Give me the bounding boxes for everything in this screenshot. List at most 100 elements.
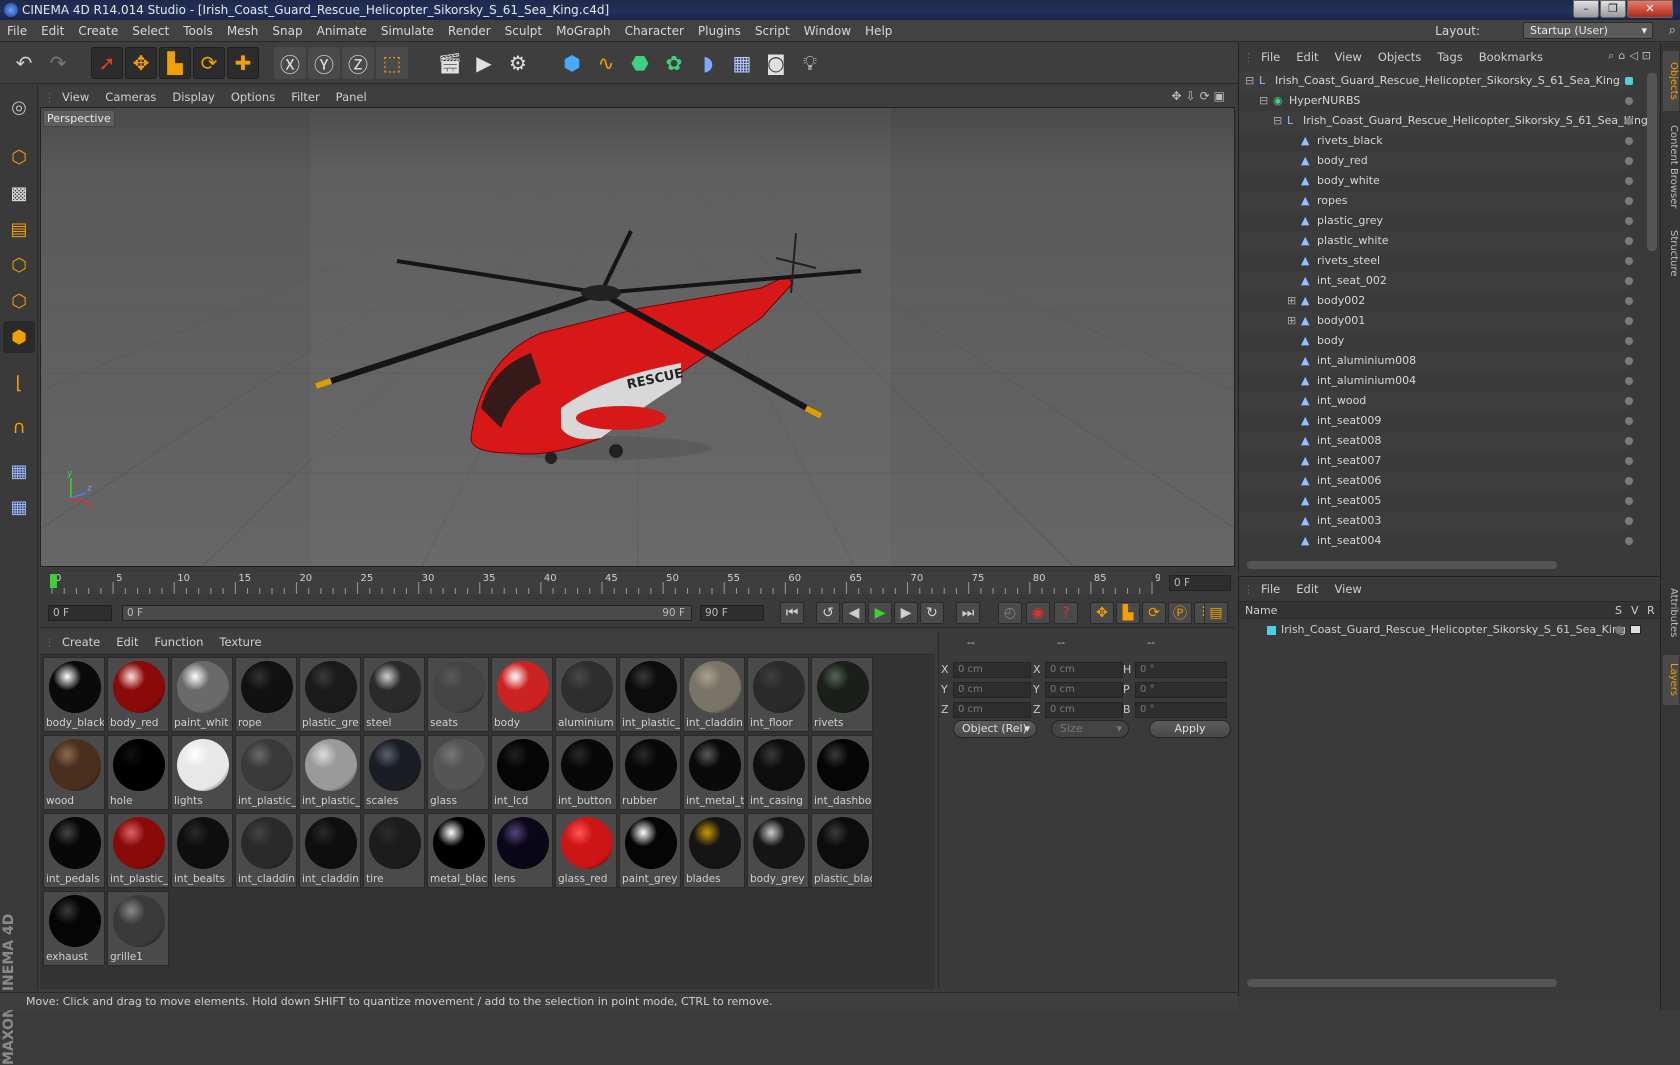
menu-tools[interactable]: Tools xyxy=(176,20,220,42)
perspective-viewport[interactable]: RESCUE y z x Perspective xyxy=(40,107,1235,567)
layer-menu-file[interactable]: File xyxy=(1253,579,1288,599)
deformer-button[interactable]: ◗ xyxy=(692,47,724,79)
coord-field[interactable]: 0 cm xyxy=(1045,702,1123,718)
object-row[interactable]: ⊞ ▲ body001 xyxy=(1239,311,1633,331)
material-swatch[interactable]: int_plastic_ xyxy=(299,735,361,810)
menu-select[interactable]: Select xyxy=(125,20,176,42)
apply-button[interactable]: Apply xyxy=(1149,720,1231,738)
visibility-dot[interactable] xyxy=(1625,317,1633,325)
make-editable-button[interactable]: ◎ xyxy=(3,91,35,123)
search-icon[interactable]: ⌕ xyxy=(1669,23,1676,38)
material-swatch[interactable]: int_claddin xyxy=(683,657,745,732)
rotate-button[interactable]: ⟳ xyxy=(193,47,225,79)
material-swatch[interactable]: int_claddin xyxy=(235,813,297,888)
array-button[interactable]: ✿ xyxy=(658,47,690,79)
object-row[interactable]: ⊟ ◉ HyperNURBS xyxy=(1239,91,1633,111)
axis-mode-button[interactable]: ⌊ xyxy=(3,367,35,399)
material-swatch[interactable]: glass xyxy=(427,735,489,810)
object-row[interactable]: ⊟ L Irish_Coast_Guard_Rescue_Helicopter_Si… xyxy=(1239,71,1633,91)
recent-tool-button[interactable]: ✚ xyxy=(227,47,259,79)
eye-icon[interactable] xyxy=(1630,625,1641,634)
menu-mograph[interactable]: MoGraph xyxy=(549,20,618,42)
visibility-dot[interactable] xyxy=(1625,377,1633,385)
expand-toggle-icon[interactable]: ⊟ xyxy=(1245,75,1257,87)
coord-field[interactable]: 0 cm xyxy=(953,682,1031,698)
render-view-button[interactable]: 🎬︎ xyxy=(434,47,466,79)
layer-solo-dot[interactable] xyxy=(1615,626,1623,634)
material-swatch[interactable]: aluminium xyxy=(555,657,617,732)
model-mode-button[interactable]: ⬡ xyxy=(3,141,35,173)
menu-window[interactable]: Window xyxy=(797,20,858,42)
visibility-dot[interactable] xyxy=(1625,337,1633,345)
expand-toggle-icon[interactable]: ⊟ xyxy=(1259,95,1271,107)
visibility-dot[interactable] xyxy=(1625,297,1633,305)
menu-create[interactable]: Create xyxy=(71,20,125,42)
y-axis-button[interactable]: Ⓨ xyxy=(308,47,340,79)
snap-button[interactable]: ∩ xyxy=(3,411,35,443)
end-frame-field[interactable]: 90 F xyxy=(700,605,764,621)
autokey-button[interactable]: ◉ xyxy=(1026,602,1050,624)
material-swatch[interactable]: tire xyxy=(363,813,425,888)
workplane-mode-button[interactable]: ▤ xyxy=(3,213,35,245)
key-scale-button[interactable]: ▙ xyxy=(1116,602,1140,624)
object-row[interactable]: ▲ plastic_grey xyxy=(1239,211,1633,231)
move-button[interactable]: ✥ xyxy=(125,47,157,79)
material-swatch[interactable]: metal_blac xyxy=(427,813,489,888)
material-swatch[interactable]: body_red xyxy=(107,657,169,732)
visibility-dot[interactable] xyxy=(1625,497,1633,505)
object-row[interactable]: ⊟ L Irish_Coast_Guard_Rescue_Helicopter_Si… xyxy=(1239,111,1647,131)
visibility-dot[interactable] xyxy=(1625,197,1633,205)
tab-layers[interactable]: Layers xyxy=(1663,655,1679,705)
material-swatch[interactable]: plastic_gre xyxy=(299,657,361,732)
viewport-nav-icons[interactable]: ✥⇩⟳▣ xyxy=(1171,89,1229,103)
maximize-button[interactable]: ❐ xyxy=(1600,0,1626,18)
object-row[interactable]: ⊞ ▲ body002 xyxy=(1239,291,1633,311)
vp-menu-options[interactable]: Options xyxy=(223,87,283,107)
material-swatch[interactable]: hole xyxy=(107,735,169,810)
menu-simulate[interactable]: Simulate xyxy=(374,20,441,42)
coord-field[interactable]: 0 ° xyxy=(1135,662,1227,678)
object-row[interactable]: ▲ body_red xyxy=(1239,151,1633,171)
coord-field[interactable]: 0 cm xyxy=(953,702,1031,718)
expand-toggle-icon[interactable]: ⊞ xyxy=(1287,315,1299,327)
material-swatch[interactable]: seats xyxy=(427,657,489,732)
obj-menu-objects[interactable]: Objects xyxy=(1370,47,1429,67)
object-manager-toolbar-icons[interactable]: ⌕⌂◁⊡ xyxy=(1608,49,1655,63)
material-swatch[interactable]: wood xyxy=(43,735,105,810)
material-swatch[interactable]: int_dashbo xyxy=(811,735,873,810)
object-row[interactable]: ▲ int_seat004 xyxy=(1239,531,1633,549)
key-position-button[interactable]: ✥ xyxy=(1090,602,1114,624)
object-row[interactable]: ▲ int_seat005 xyxy=(1239,491,1633,511)
close-button[interactable]: ✕ xyxy=(1627,0,1673,18)
material-swatch[interactable]: int_floor xyxy=(747,657,809,732)
prev-key-button[interactable]: ↺ xyxy=(816,602,840,624)
object-row[interactable]: ▲ int_aluminium008 xyxy=(1239,351,1633,371)
menu-plugins[interactable]: Plugins xyxy=(691,20,748,42)
vp-menu-cameras[interactable]: Cameras xyxy=(97,87,164,107)
tab-content-browser[interactable]: Content Browser xyxy=(1663,117,1679,217)
timeline-window-button[interactable]: ▤ xyxy=(1204,602,1228,624)
coord-field[interactable]: 0 cm xyxy=(1045,662,1123,678)
visibility-dot[interactable] xyxy=(1625,437,1633,445)
vp-menu-panel[interactable]: Panel xyxy=(328,87,375,107)
obj-menu-edit[interactable]: Edit xyxy=(1288,47,1326,67)
material-swatch[interactable]: int_bealts xyxy=(171,813,233,888)
visibility-dot[interactable] xyxy=(1625,257,1633,265)
object-row[interactable]: ▲ int_seat006 xyxy=(1239,471,1633,491)
visibility-dot[interactable] xyxy=(1625,117,1633,125)
prev-frame-button[interactable]: ◀ xyxy=(842,602,866,624)
menu-animate[interactable]: Animate xyxy=(310,20,374,42)
frame-range-slider[interactable]: 0 F 90 F xyxy=(122,605,692,621)
material-swatch[interactable]: paint_grey xyxy=(619,813,681,888)
layer-menu-edit[interactable]: Edit xyxy=(1288,579,1326,599)
menu-file[interactable]: File xyxy=(0,20,34,42)
visibility-dot[interactable] xyxy=(1625,417,1633,425)
menu-sculpt[interactable]: Sculpt xyxy=(498,20,549,42)
minimize-button[interactable]: – xyxy=(1573,0,1599,18)
menu-snap[interactable]: Snap xyxy=(265,20,309,42)
timeline-ruler[interactable]: 051015202530354045505560657075808590 0 F xyxy=(40,570,1235,596)
material-swatch[interactable]: int_lcd xyxy=(491,735,553,810)
object-row[interactable]: ▲ int_wood xyxy=(1239,391,1633,411)
layout-select[interactable]: Startup (User) ▾ xyxy=(1523,22,1653,39)
visibility-dot[interactable] xyxy=(1625,77,1633,85)
